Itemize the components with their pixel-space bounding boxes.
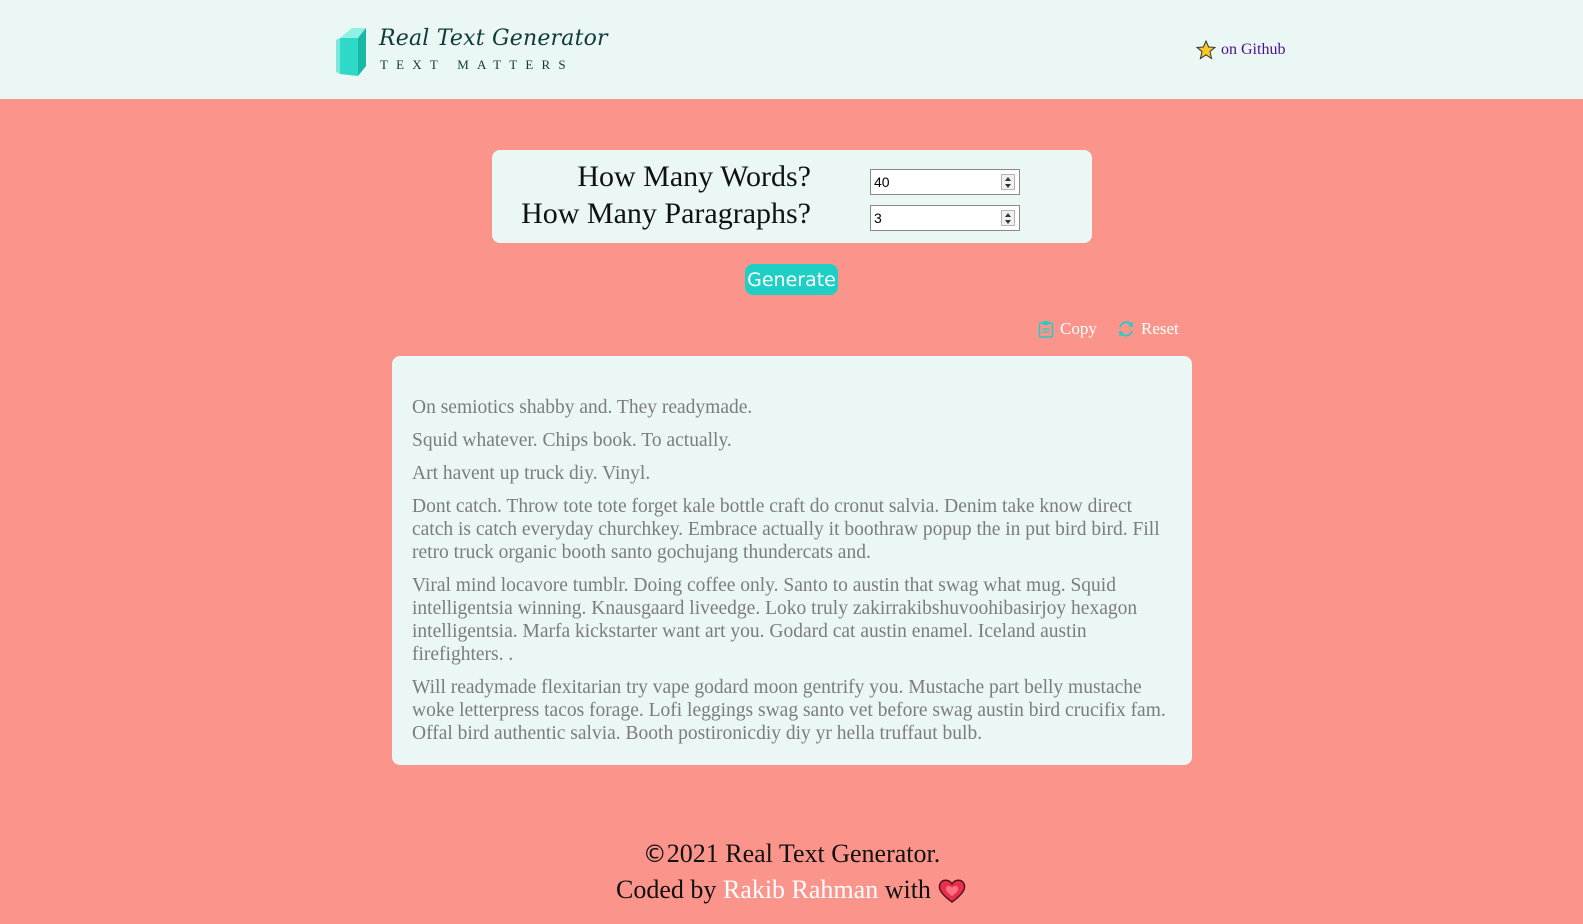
- site-logo[interactable]: Real Text Generator TEXT MATTERS: [336, 24, 608, 78]
- output-paragraph: Art havent up truck diy. Vinyl.: [412, 463, 651, 484]
- star-icon: [1196, 40, 1216, 60]
- stepper-down-icon[interactable]: [1005, 183, 1011, 188]
- heart-icon: [938, 879, 966, 903]
- output-paragraph: Viral mind locavore tumblr. Doing coffee…: [412, 575, 1138, 665]
- github-label: on Github: [1221, 41, 1286, 58]
- words-stepper[interactable]: [1001, 174, 1015, 190]
- generated-text-output: On semiotics shabby and. They readymade.…: [392, 356, 1192, 765]
- paragraphs-label: How Many Paragraphs?: [521, 197, 811, 230]
- paragraphs-stepper[interactable]: [1001, 210, 1015, 226]
- stepper-up-icon[interactable]: [1005, 212, 1011, 217]
- logo-title: Real Text Generator: [379, 26, 608, 51]
- reset-label: Reset: [1141, 319, 1179, 338]
- words-label: How Many Words?: [577, 160, 811, 193]
- reset-button[interactable]: Reset: [1117, 319, 1179, 339]
- author-link[interactable]: Rakib Rahman: [723, 875, 878, 904]
- output-paragraph: Squid whatever. Chips book. To actually.: [412, 430, 732, 451]
- words-value: 40: [874, 174, 890, 190]
- clipboard-icon: [1038, 321, 1054, 338]
- output-paragraph: On semiotics shabby and. They readymade.: [412, 397, 753, 418]
- generate-button[interactable]: Generate: [745, 264, 838, 295]
- logo-tagline: TEXT MATTERS: [380, 57, 574, 72]
- paragraphs-input[interactable]: 3: [870, 205, 1020, 231]
- copyright-icon: ©: [642, 840, 667, 868]
- with-text: with: [884, 875, 931, 904]
- copyright-text: 2021 Real Text Generator.: [666, 839, 941, 868]
- stepper-down-icon[interactable]: [1005, 219, 1011, 224]
- site-header: Real Text Generator TEXT MATTERS on Gith…: [0, 0, 1583, 99]
- paragraphs-value: 3: [874, 210, 882, 226]
- site-footer: ©2021 Real Text Generator. Coded by Raki…: [0, 836, 1583, 907]
- coded-by-text: Coded by: [616, 875, 717, 904]
- copy-button[interactable]: Copy: [1038, 319, 1097, 339]
- credits-line: Coded by Rakib Rahman with: [0, 872, 1583, 907]
- output-paragraph: Dont catch. Throw tote tote forget kale …: [412, 496, 1160, 563]
- refresh-icon: [1119, 321, 1133, 337]
- words-input[interactable]: 40: [870, 169, 1020, 195]
- settings-form: How Many Words? 40 How Many Paragraphs? …: [492, 150, 1092, 243]
- stepper-up-icon[interactable]: [1005, 176, 1011, 181]
- github-link[interactable]: on Github: [1196, 40, 1285, 60]
- copyright-line: ©2021 Real Text Generator.: [0, 836, 1583, 872]
- copy-label: Copy: [1060, 319, 1097, 338]
- book-logo-icon: [336, 28, 366, 76]
- output-paragraph: Will readymade flexitarian try vape goda…: [412, 677, 1166, 744]
